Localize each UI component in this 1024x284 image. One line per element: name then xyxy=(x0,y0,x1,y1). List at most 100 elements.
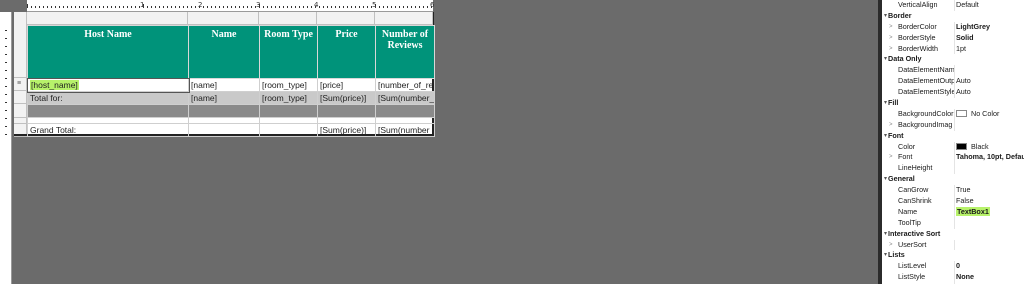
collapse-icon[interactable]: ▾ xyxy=(884,98,887,109)
row-handle-gray[interactable] xyxy=(14,104,27,118)
collapse-icon[interactable]: ▾ xyxy=(884,131,887,142)
collapse-icon[interactable]: ▾ xyxy=(884,54,887,65)
property-value[interactable]: None xyxy=(956,272,1024,283)
collapse-icon[interactable]: ▾ xyxy=(884,174,887,185)
cell-host-name-selected[interactable]: [host_name] xyxy=(26,77,190,93)
property-category[interactable]: ▾ General xyxy=(882,174,1024,186)
property-value[interactable]: Auto xyxy=(956,87,1024,98)
cell-grand-reviews[interactable]: [Sum(number_of_reviews)] xyxy=(375,123,435,137)
property-value[interactable]: Solid xyxy=(956,33,1024,44)
collapse-icon[interactable]: ▾ xyxy=(884,11,887,22)
collapse-icon[interactable]: ▾ xyxy=(884,250,887,261)
property-value[interactable]: 1pt xyxy=(956,44,1024,55)
ruler-tick xyxy=(267,6,268,8)
row-handle-detail[interactable]: ≡ xyxy=(14,78,27,91)
header-price[interactable]: Price xyxy=(317,25,376,79)
header-number-of-reviews[interactable]: Number of Reviews xyxy=(375,25,435,79)
expand-icon[interactable]: > xyxy=(889,152,893,163)
property-row[interactable]: ListLevel 0 xyxy=(882,261,1024,272)
expand-icon[interactable]: > xyxy=(889,44,893,55)
cell-name[interactable]: [name] xyxy=(188,78,260,92)
property-value[interactable]: Black xyxy=(956,142,1024,153)
cell-grand-total-label[interactable]: Grand Total: xyxy=(27,123,189,137)
property-name: BorderWidth xyxy=(898,43,938,53)
gray-cell[interactable] xyxy=(27,104,189,118)
column-handle-name[interactable] xyxy=(188,12,259,25)
property-row[interactable]: Color Black xyxy=(882,142,1024,153)
ruler-tick xyxy=(411,6,412,8)
property-value[interactable]: LightGrey xyxy=(956,22,1024,33)
cell-total-for-label[interactable]: Total for: xyxy=(27,91,189,105)
property-row[interactable]: > UserSort xyxy=(882,240,1024,251)
property-row[interactable]: DataElementStyle Auto xyxy=(882,87,1024,98)
selected-textbox[interactable]: [host_name] xyxy=(30,80,79,90)
row-handle-header[interactable] xyxy=(14,25,27,78)
cell-price[interactable]: [price] xyxy=(317,78,376,92)
cell-total-room-type[interactable]: [room_type] xyxy=(259,91,318,105)
gray-cell[interactable] xyxy=(188,104,260,118)
property-value[interactable]: Auto xyxy=(956,76,1024,87)
ruler-tick xyxy=(5,78,7,79)
property-row[interactable]: CanShrink False xyxy=(882,196,1024,207)
property-value[interactable]: Default xyxy=(956,0,1024,11)
property-category[interactable]: ▾ Interactive Sort xyxy=(882,228,1024,240)
cell-total-reviews[interactable]: [Sum(number_of_reviews)] xyxy=(375,91,435,105)
property-row[interactable]: > BackgroundImag xyxy=(882,120,1024,131)
property-category[interactable]: ▾ Border xyxy=(882,10,1024,22)
column-handle-reviews[interactable] xyxy=(375,12,433,25)
property-row[interactable]: VerticalAlign Default xyxy=(882,0,1024,11)
property-row[interactable]: ToolTip xyxy=(882,218,1024,229)
property-row[interactable]: > BorderColor LightGrey xyxy=(882,22,1024,33)
ruler-tick xyxy=(219,6,220,8)
cell-number-of-reviews[interactable]: [number_of_reviews] xyxy=(375,78,435,92)
expand-icon[interactable]: > xyxy=(889,240,893,251)
collapse-icon[interactable]: ▾ xyxy=(884,229,887,240)
ruler-tick xyxy=(47,6,48,8)
property-value[interactable]: TextBox1 xyxy=(956,206,1024,218)
property-row[interactable]: > BorderStyle Solid xyxy=(882,33,1024,44)
cell-grand-blank-1[interactable] xyxy=(188,123,260,137)
property-category[interactable]: ▾ Lists xyxy=(882,250,1024,262)
gray-cell[interactable] xyxy=(375,104,435,118)
column-handle-host-name[interactable] xyxy=(27,12,188,25)
cell-grand-price[interactable]: [Sum(price)] xyxy=(317,123,376,137)
row-handle-grand-total[interactable] xyxy=(14,124,27,137)
property-value[interactable]: False xyxy=(956,196,1024,207)
header-host-name[interactable]: Host Name xyxy=(27,25,189,79)
expand-icon[interactable]: > xyxy=(889,22,893,33)
cell-grand-blank-2[interactable] xyxy=(259,123,318,137)
gray-cell[interactable] xyxy=(317,104,376,118)
cell-total-name[interactable]: [name] xyxy=(188,91,260,105)
expand-icon[interactable]: > xyxy=(889,33,893,44)
expand-icon[interactable]: > xyxy=(889,120,893,131)
column-handle-price[interactable] xyxy=(317,12,375,25)
property-value[interactable]: No Color xyxy=(956,109,1024,120)
report-table[interactable]: Host Name Name Room Type Price Number of… xyxy=(26,25,435,137)
property-row[interactable]: ListStyle None xyxy=(882,272,1024,283)
property-row[interactable]: BackgroundColor No Color xyxy=(882,109,1024,120)
cell-room-type[interactable]: [room_type] xyxy=(259,78,318,92)
property-category[interactable]: ▾ Fill xyxy=(882,98,1024,109)
row-handle-total-for[interactable] xyxy=(14,91,27,104)
header-room-type[interactable]: Room Type xyxy=(259,25,318,79)
cell-total-price[interactable]: [Sum(price)] xyxy=(317,91,376,105)
property-value[interactable]: Tahoma, 10pt, Default xyxy=(956,152,1024,163)
property-row[interactable]: LineHeight xyxy=(882,163,1024,174)
property-value[interactable]: True xyxy=(956,185,1024,196)
property-category[interactable]: ▾ Data Only xyxy=(882,54,1024,66)
property-row[interactable]: CanGrow True xyxy=(882,185,1024,196)
property-row[interactable]: DataElementNam xyxy=(882,65,1024,76)
ruler-tick xyxy=(363,6,364,8)
property-value-text: 0 xyxy=(956,261,960,271)
header-name[interactable]: Name xyxy=(188,25,260,79)
ruler-tick xyxy=(307,6,308,8)
property-row[interactable]: > Font Tahoma, 10pt, Default xyxy=(882,152,1024,163)
property-row[interactable]: DataElementOutp Auto xyxy=(882,76,1024,87)
property-row[interactable]: > BorderWidth 1pt xyxy=(882,44,1024,55)
property-category[interactable]: ▾ Font xyxy=(882,130,1024,142)
gray-cell[interactable] xyxy=(259,104,318,118)
property-row[interactable]: Name TextBox1 xyxy=(882,206,1024,218)
property-value[interactable]: 0 xyxy=(956,261,1024,272)
column-handle-room-type[interactable] xyxy=(259,12,317,25)
ruler-tick xyxy=(323,6,324,8)
